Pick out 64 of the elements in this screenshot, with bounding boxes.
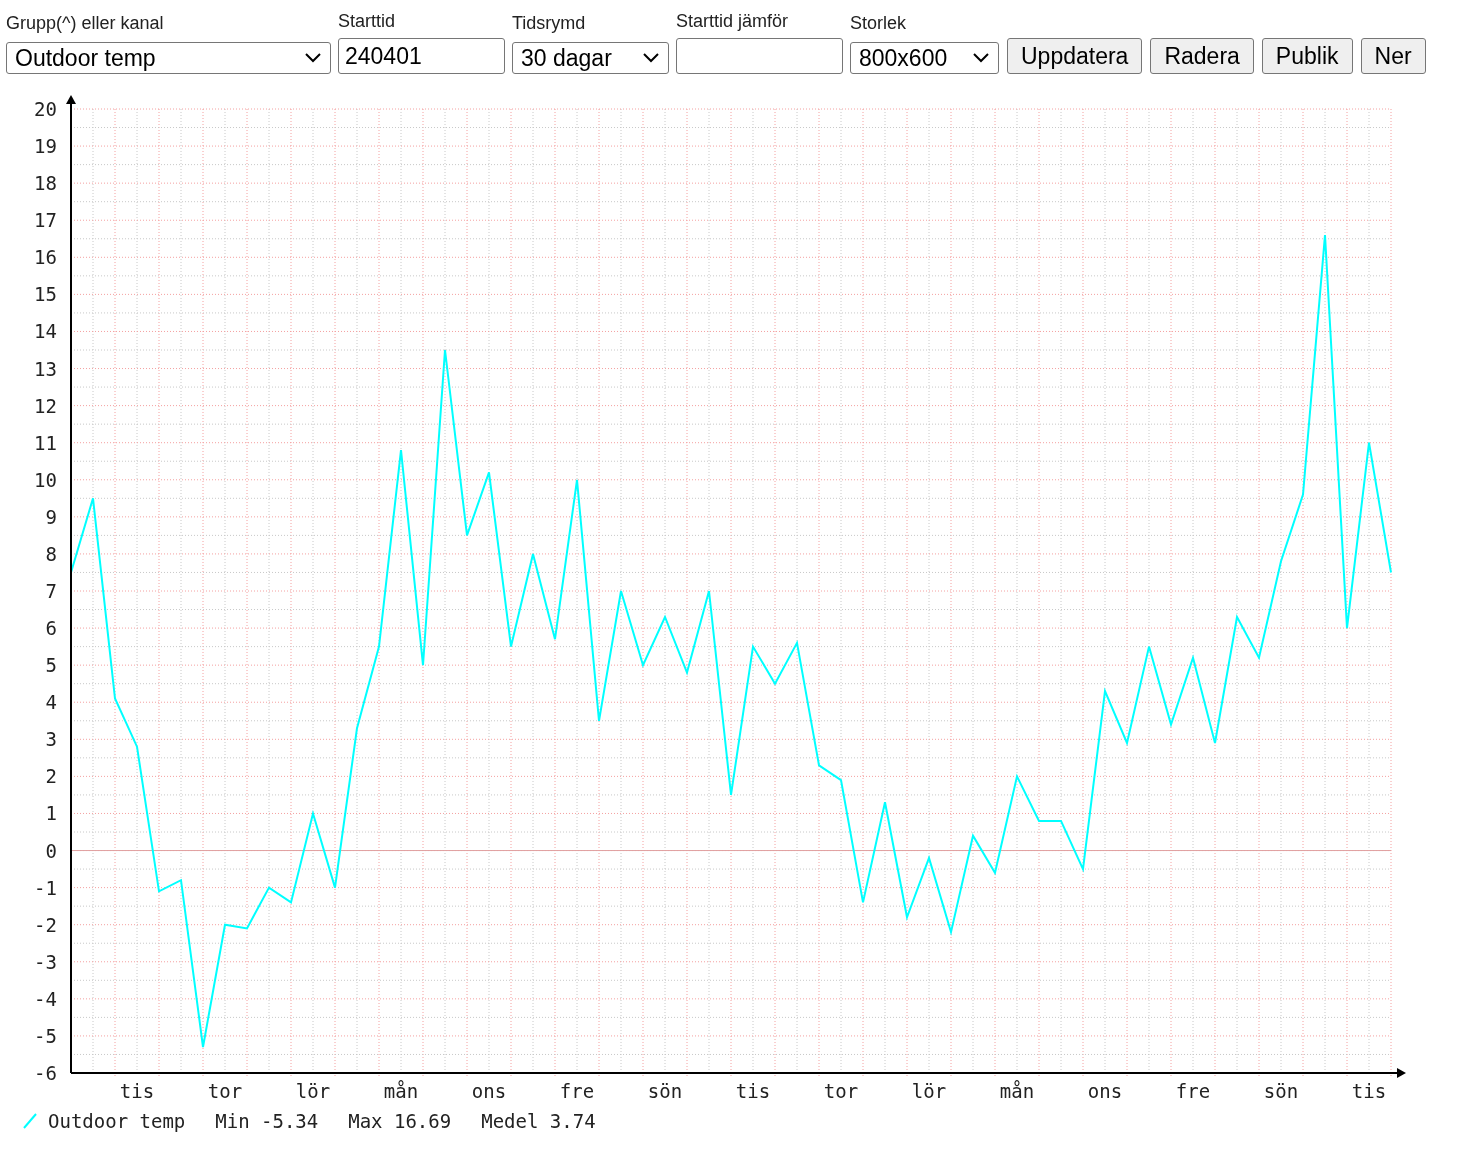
x-axis-label: fre [559,1080,595,1102]
legend-stat: Max 16.69 [348,1109,452,1134]
text-field[interactable]: 240401 [338,38,505,74]
y-axis-label: -2 [34,913,57,936]
y-axis-label: 13 [34,357,57,380]
y-axis-label: 10 [34,468,57,491]
legend-stat: Min -5.34 [215,1109,319,1134]
legend-label: Outdoor temp [48,1109,186,1134]
y-axis-label: 0 [45,839,57,862]
line-legend-icon [22,1112,38,1131]
x-axis-label: tis [119,1080,155,1102]
action-button[interactable]: Radera [1150,38,1254,74]
legend-stat: Medel 3.74 [481,1109,596,1134]
x-axis-label: mån [383,1080,419,1102]
y-axis-label: 20 [34,98,57,120]
y-axis-label: 11 [34,431,57,454]
y-axis-label: 17 [34,209,57,232]
y-axis-label: -5 [34,1024,57,1047]
x-axis-label: ons [1087,1080,1123,1102]
y-axis-label: 5 [45,654,57,677]
action-button[interactable]: Ner [1360,38,1426,74]
field-label: Tidsrymd [512,12,587,34]
x-axis-label: sön [1263,1080,1299,1102]
y-axis-label: -4 [34,987,57,1010]
field-label: Storlek [850,12,908,34]
x-axis-label: lör [911,1080,947,1102]
dropdown[interactable]: 30 dagar [512,42,669,74]
chevron-down-icon [972,52,990,64]
x-axis-label: fre [1175,1080,1211,1102]
x-axis-label: ons [471,1080,507,1102]
y-axis-label: -1 [34,876,57,899]
y-axis-label: 12 [34,394,57,417]
dropdown[interactable]: 800x600 [850,42,999,74]
field-label: Starttid jämför [676,10,790,32]
y-axis-label: 18 [34,172,57,195]
y-axis-label: 7 [45,580,57,602]
y-axis-label: 1 [45,802,57,825]
field-label: Grupp(^) eller kanal [6,12,165,34]
y-axis-label: 15 [34,283,57,306]
action-button[interactable]: Uppdatera [1007,38,1143,74]
field-label: Starttid [338,10,397,32]
y-axis-label: 16 [34,246,57,269]
y-axis-label: 2 [45,765,57,788]
action-button[interactable]: Publik [1261,38,1353,74]
y-axis-label: 14 [34,320,57,343]
x-axis-label: tor [207,1080,243,1102]
dropdown[interactable]: Outdoor temp [6,42,331,74]
y-axis-label: 8 [45,542,57,565]
y-axis-label: 4 [45,691,57,714]
y-axis-label: -6 [34,1062,57,1084]
chevron-down-icon [304,52,322,64]
x-axis-label: tis [1351,1080,1387,1102]
chevron-down-icon [642,52,660,64]
x-axis-label: sön [647,1080,683,1102]
y-axis-label: 9 [45,505,57,528]
x-axis-label: tor [823,1080,859,1102]
y-axis-label: 3 [45,728,57,751]
y-axis-label: 6 [45,617,57,640]
x-axis-label: tis [735,1080,771,1102]
y-axis-label: 19 [34,135,57,158]
text-field[interactable] [676,38,843,74]
x-axis-label: lör [295,1080,331,1102]
x-axis-label: mån [999,1080,1035,1102]
y-axis-label: -3 [34,950,57,973]
